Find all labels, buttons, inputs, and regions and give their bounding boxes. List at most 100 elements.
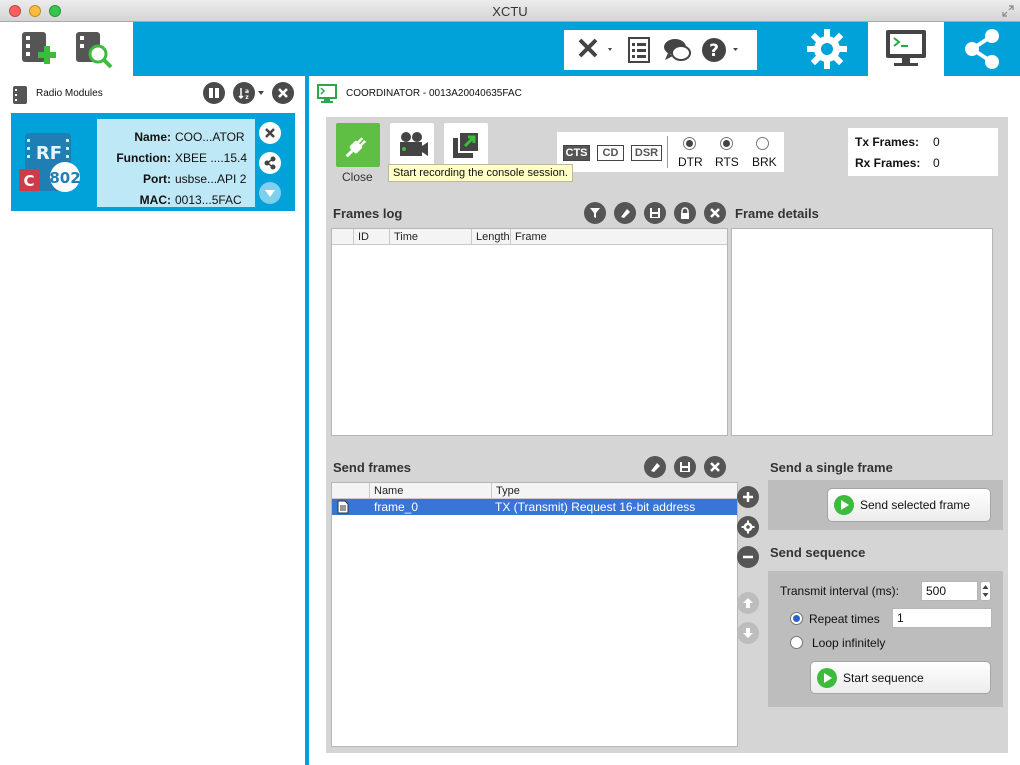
title-bar: XCTU: [0, 0, 1020, 22]
add-frame-button[interactable]: [737, 486, 759, 508]
play-icon: [817, 667, 837, 688]
settings-icon[interactable]: [805, 27, 849, 71]
expand-module-button[interactable]: [259, 182, 281, 204]
save-send-frames-button[interactable]: [674, 456, 696, 478]
detach-console-button[interactable]: [444, 123, 488, 167]
module-name-label: Name:: [134, 130, 171, 144]
interval-stepper[interactable]: [980, 581, 991, 601]
start-sequence-button[interactable]: Start sequence: [810, 661, 991, 694]
repeat-times-radio[interactable]: [790, 612, 803, 625]
rx-frames-value: 0: [933, 156, 940, 170]
xbee-module-icon: RF C 802: [17, 129, 87, 199]
svg-text:RF: RF: [36, 143, 62, 164]
record-tooltip: Start recording the console session.: [388, 164, 573, 182]
repeat-times-input[interactable]: 1: [892, 608, 992, 628]
col-frame[interactable]: Frame: [511, 229, 727, 245]
lock-frames-button[interactable]: [674, 202, 696, 224]
frames-log-title: Frames log: [333, 206, 403, 221]
module-port-row: Port: usbse...API 2: [97, 172, 255, 192]
module-info-box: Name: COO...ATOR Function: XBEE ....15.4…: [97, 119, 255, 207]
network-icon[interactable]: [960, 27, 1004, 71]
frame-type-cell: TX (Transmit) Request 16-bit address: [495, 500, 696, 514]
remove-module-button[interactable]: [259, 122, 281, 144]
dtr-toggle[interactable]: [683, 137, 696, 150]
module-port-value: usbse...API 2: [175, 172, 247, 186]
move-frame-down-button[interactable]: [737, 622, 759, 644]
col-time[interactable]: Time: [390, 229, 472, 245]
sort-dropdown-icon[interactable]: [258, 91, 264, 95]
remove-all-modules-button[interactable]: [272, 82, 294, 104]
brk-label: BRK: [752, 155, 777, 169]
clear-send-frames-button[interactable]: [644, 456, 666, 478]
record-session-button[interactable]: [390, 123, 434, 167]
send-selected-frame-button[interactable]: Send selected frame: [827, 488, 991, 522]
send-single-frame-title: Send a single frame: [770, 460, 893, 475]
module-name-value: COO...ATOR: [175, 130, 245, 144]
col-type[interactable]: Type: [492, 483, 737, 499]
tools-icon[interactable]: [576, 36, 616, 64]
table-row[interactable]: frame_0 TX (Transmit) Request 16-bit add…: [332, 499, 737, 515]
discover-devices-icon[interactable]: [72, 28, 114, 70]
fullscreen-icon[interactable]: [1002, 5, 1014, 17]
console-header-icon: [317, 84, 337, 104]
svg-text:z: z: [245, 94, 249, 100]
send-selected-frame-label: Send selected frame: [860, 498, 971, 512]
radio-module-icon: [10, 85, 30, 105]
move-frame-up-button[interactable]: [737, 592, 759, 614]
close-connection-button[interactable]: [336, 123, 380, 167]
filter-frames-button[interactable]: [584, 202, 606, 224]
loop-infinitely-radio[interactable]: [790, 636, 803, 649]
module-mac-row: MAC: 0013...5FAC: [97, 193, 255, 213]
send-frames-header: Name Type: [332, 483, 737, 499]
frames-log-header: ID Time Length Frame: [332, 229, 727, 245]
clear-frames-button[interactable]: [614, 202, 636, 224]
rts-toggle[interactable]: [720, 137, 733, 150]
main-toolbar: ?: [0, 22, 1020, 76]
help-icon[interactable]: ?: [700, 36, 742, 64]
transmit-interval-input[interactable]: 500: [921, 581, 978, 601]
col-length[interactable]: Length: [472, 229, 511, 245]
add-device-icon[interactable]: [18, 28, 60, 70]
flow-divider: [667, 136, 668, 168]
cd-indicator: CD: [597, 145, 624, 161]
svg-text:?: ?: [709, 41, 719, 61]
feedback-icon[interactable]: [662, 36, 692, 64]
radio-module-card[interactable]: RF C 802 Name: COO...ATOR Function: XBEE…: [11, 113, 295, 211]
console-title: COORDINATOR - 0013A20040635FAC: [346, 88, 522, 99]
module-function-value: XBEE ....15.4: [175, 151, 248, 165]
loop-infinitely-label: Loop infinitely: [812, 636, 886, 650]
remove-frame-button[interactable]: [737, 546, 759, 568]
close-frames-log-button[interactable]: [704, 202, 726, 224]
radio-modules-title: Radio Modules: [36, 88, 103, 99]
brk-toggle[interactable]: [756, 137, 769, 150]
module-function-label: Function:: [116, 151, 171, 165]
svg-text:C: C: [23, 172, 34, 190]
svg-text:802: 802: [49, 169, 80, 187]
close-send-frames-button[interactable]: [704, 456, 726, 478]
col-id[interactable]: ID: [354, 229, 390, 245]
col-name[interactable]: Name: [370, 483, 492, 499]
dtr-label: DTR: [678, 155, 703, 169]
console-icon[interactable]: [882, 27, 930, 71]
close-connection-label: Close: [342, 170, 373, 184]
console-panel: COORDINATOR - 0013A20040635FAC Close CTS…: [309, 76, 1020, 765]
discover-network-button[interactable]: [259, 152, 281, 174]
frames-list-icon[interactable]: [626, 36, 652, 64]
rts-label: RTS: [715, 155, 739, 169]
edit-frame-button[interactable]: [737, 516, 759, 538]
frame-details-box[interactable]: [731, 228, 993, 436]
module-port-label: Port:: [143, 172, 171, 186]
tx-frames-label: Tx Frames:: [855, 135, 920, 149]
cts-indicator: CTS: [563, 145, 590, 161]
send-sequence-title: Send sequence: [770, 545, 866, 560]
frame-details-title: Frame details: [735, 206, 819, 221]
frames-log-table[interactable]: ID Time Length Frame: [331, 228, 728, 436]
send-frames-table[interactable]: Name Type frame_0 TX (Transmit) Request …: [331, 482, 738, 747]
save-frames-button[interactable]: [644, 202, 666, 224]
module-mac-value: 0013...5FAC: [175, 193, 242, 207]
sort-modules-button[interactable]: az: [233, 82, 255, 104]
dsr-indicator: DSR: [631, 145, 662, 161]
frame-document-icon: [337, 500, 349, 514]
module-function-row: Function: XBEE ....15.4: [97, 151, 255, 171]
load-profile-button[interactable]: [203, 82, 225, 104]
